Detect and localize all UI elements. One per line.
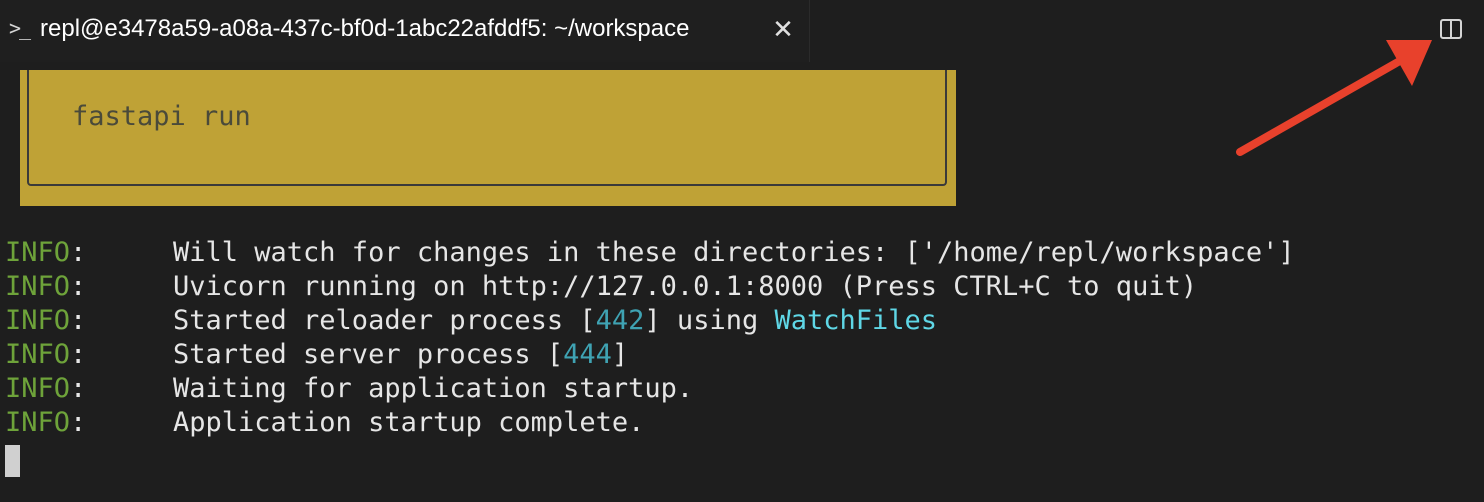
log-message: Will watch for changes in these director… xyxy=(173,237,1295,268)
log-message: Application startup complete. xyxy=(173,407,645,438)
log-level-separator: : xyxy=(70,339,87,370)
log-line: INFO: Started reloader process [442] usin… xyxy=(5,304,1295,338)
log-level-separator: : xyxy=(70,271,87,302)
log-message: ] using xyxy=(644,305,775,336)
close-icon[interactable]: ✕ xyxy=(772,14,794,44)
log-level-text: INFO xyxy=(5,305,71,336)
log-level: INFO: xyxy=(5,304,173,338)
log-message: Uvicorn running on http://127.0.0.1:8000… xyxy=(173,271,1198,302)
log-level: INFO: xyxy=(5,270,173,304)
log-line: INFO: Uvicorn running on http://127.0.0.1… xyxy=(5,270,1295,304)
log-line: INFO: Will watch for changes in these dir… xyxy=(5,236,1295,270)
log-level: INFO: xyxy=(5,236,173,270)
log-line: INFO: Waiting for application startup. xyxy=(5,372,1295,406)
log-message: Started server process [ xyxy=(173,339,564,370)
log-level-text: INFO xyxy=(5,373,71,404)
process-id: 442 xyxy=(595,305,645,336)
log-level: INFO: xyxy=(5,406,173,440)
log-line: INFO: Started server process [444] xyxy=(5,338,1295,372)
log-level-text: INFO xyxy=(5,237,71,268)
log-level-separator: : xyxy=(70,407,87,438)
log-level-separator: : xyxy=(70,305,87,336)
log-message: Started reloader process [ xyxy=(173,305,596,336)
log-level-separator: : xyxy=(70,373,87,404)
terminal-cursor xyxy=(5,445,20,477)
terminal-tab[interactable]: >_ repl@e3478a59-a08a-437c-bf0d-1abc22af… xyxy=(0,0,810,62)
watcher-name: WatchFiles xyxy=(774,305,938,336)
log-message: ] xyxy=(611,339,629,370)
log-level: INFO: xyxy=(5,372,173,406)
log-lines: INFO: Will watch for changes in these dir… xyxy=(5,236,1295,440)
tab-title: repl@e3478a59-a08a-437c-bf0d-1abc22afddf… xyxy=(40,15,690,42)
terminal-icon: >_ xyxy=(9,16,31,40)
log-message: Waiting for application startup. xyxy=(173,373,694,404)
process-id: 444 xyxy=(563,339,612,370)
annotation-arrow-icon xyxy=(1236,40,1432,156)
log-level: INFO: xyxy=(5,338,173,372)
log-level-text: INFO xyxy=(5,339,71,370)
banner-command: fastapi run xyxy=(72,101,251,132)
log-level-text: INFO xyxy=(5,407,71,438)
annotation-arrow-shaft xyxy=(1236,54,1409,156)
log-level-text: INFO xyxy=(5,271,71,302)
command-banner: fastapi run xyxy=(20,70,956,206)
log-line: INFO: Application startup complete. xyxy=(5,406,1295,440)
log-level-separator: : xyxy=(70,237,87,268)
